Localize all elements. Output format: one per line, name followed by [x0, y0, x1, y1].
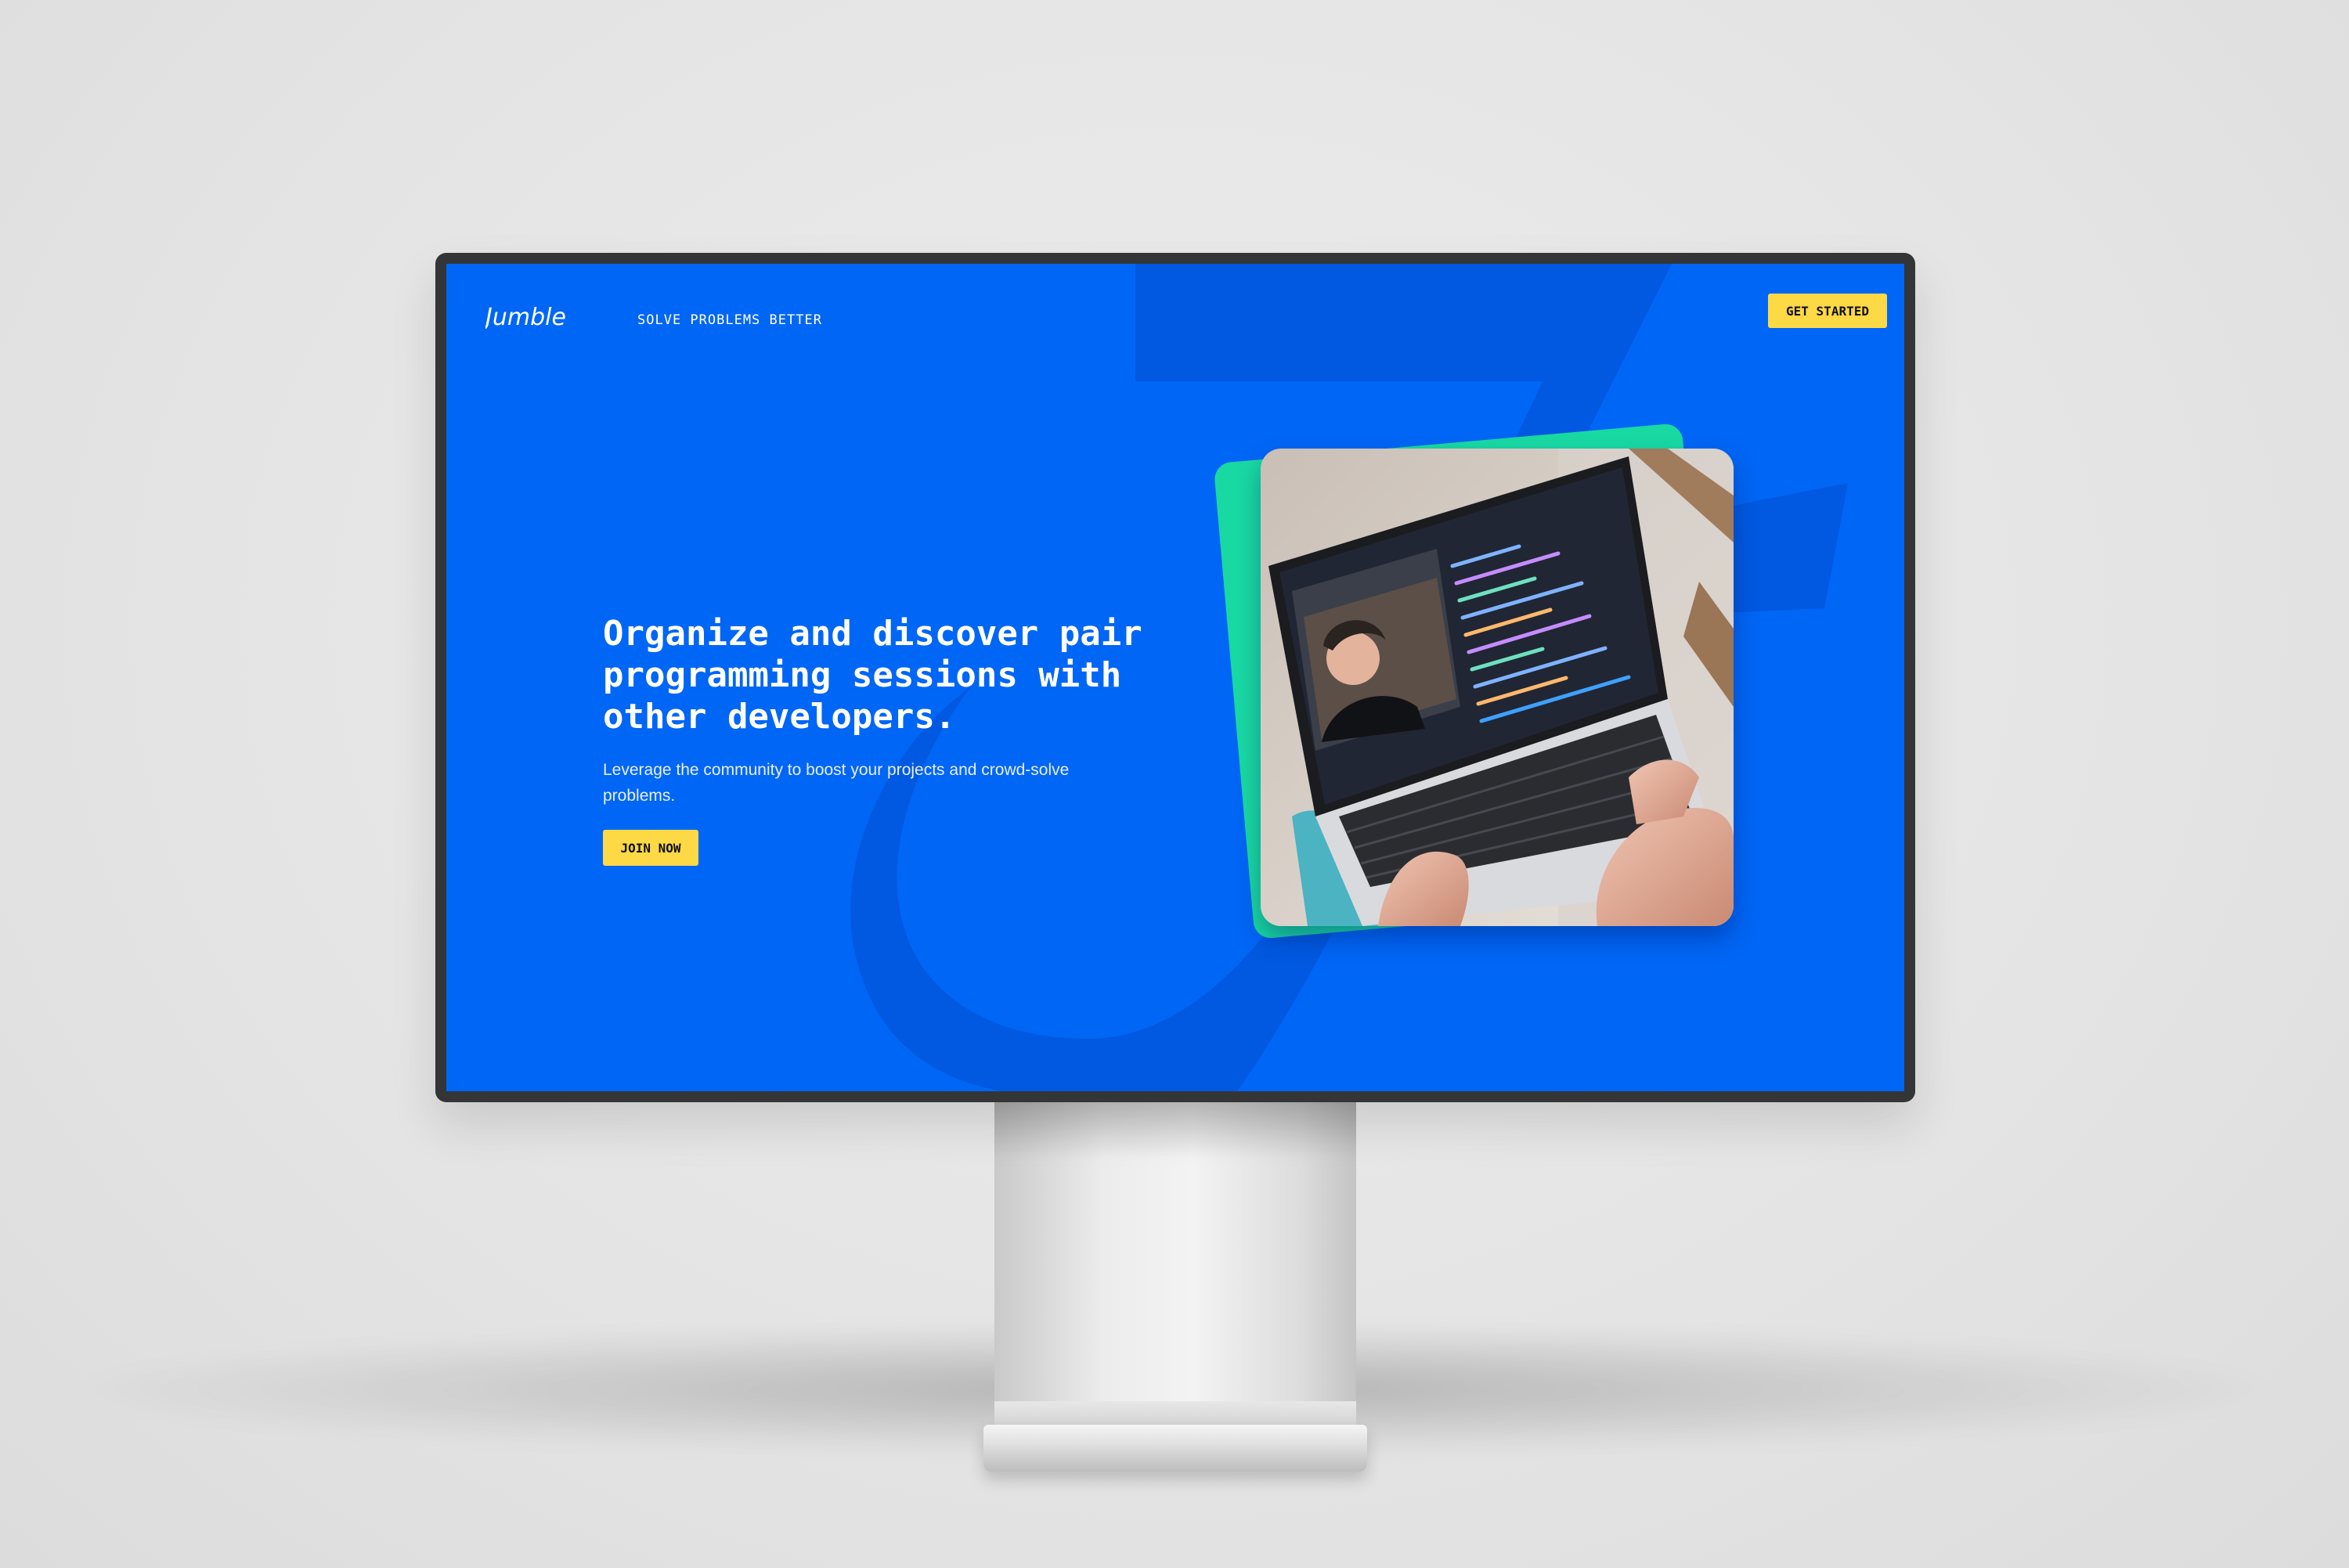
jumble-logo: Jumble	[485, 304, 566, 331]
join-now-button[interactable]: JOIN NOW	[603, 830, 698, 866]
laptop-video-call-photo	[1261, 449, 1734, 926]
website-screen: Jumble SOLVE PROBLEMS BETTER GET STARTED…	[446, 264, 1904, 1091]
svg-text:Jumble: Jumble	[485, 304, 566, 331]
monitor-stand-neck	[994, 1096, 1356, 1440]
hero-subtitle: Leverage the community to boost your pro…	[603, 761, 1070, 805]
get-started-button[interactable]: GET STARTED	[1768, 294, 1887, 328]
monitor: Jumble SOLVE PROBLEMS BETTER GET STARTED…	[435, 253, 1915, 1102]
hero-title: Organize and discover pair programming s…	[603, 614, 1142, 737]
monitor-stand-foot	[983, 1425, 1367, 1472]
nav-tagline: SOLVE PROBLEMS BETTER	[637, 312, 822, 328]
